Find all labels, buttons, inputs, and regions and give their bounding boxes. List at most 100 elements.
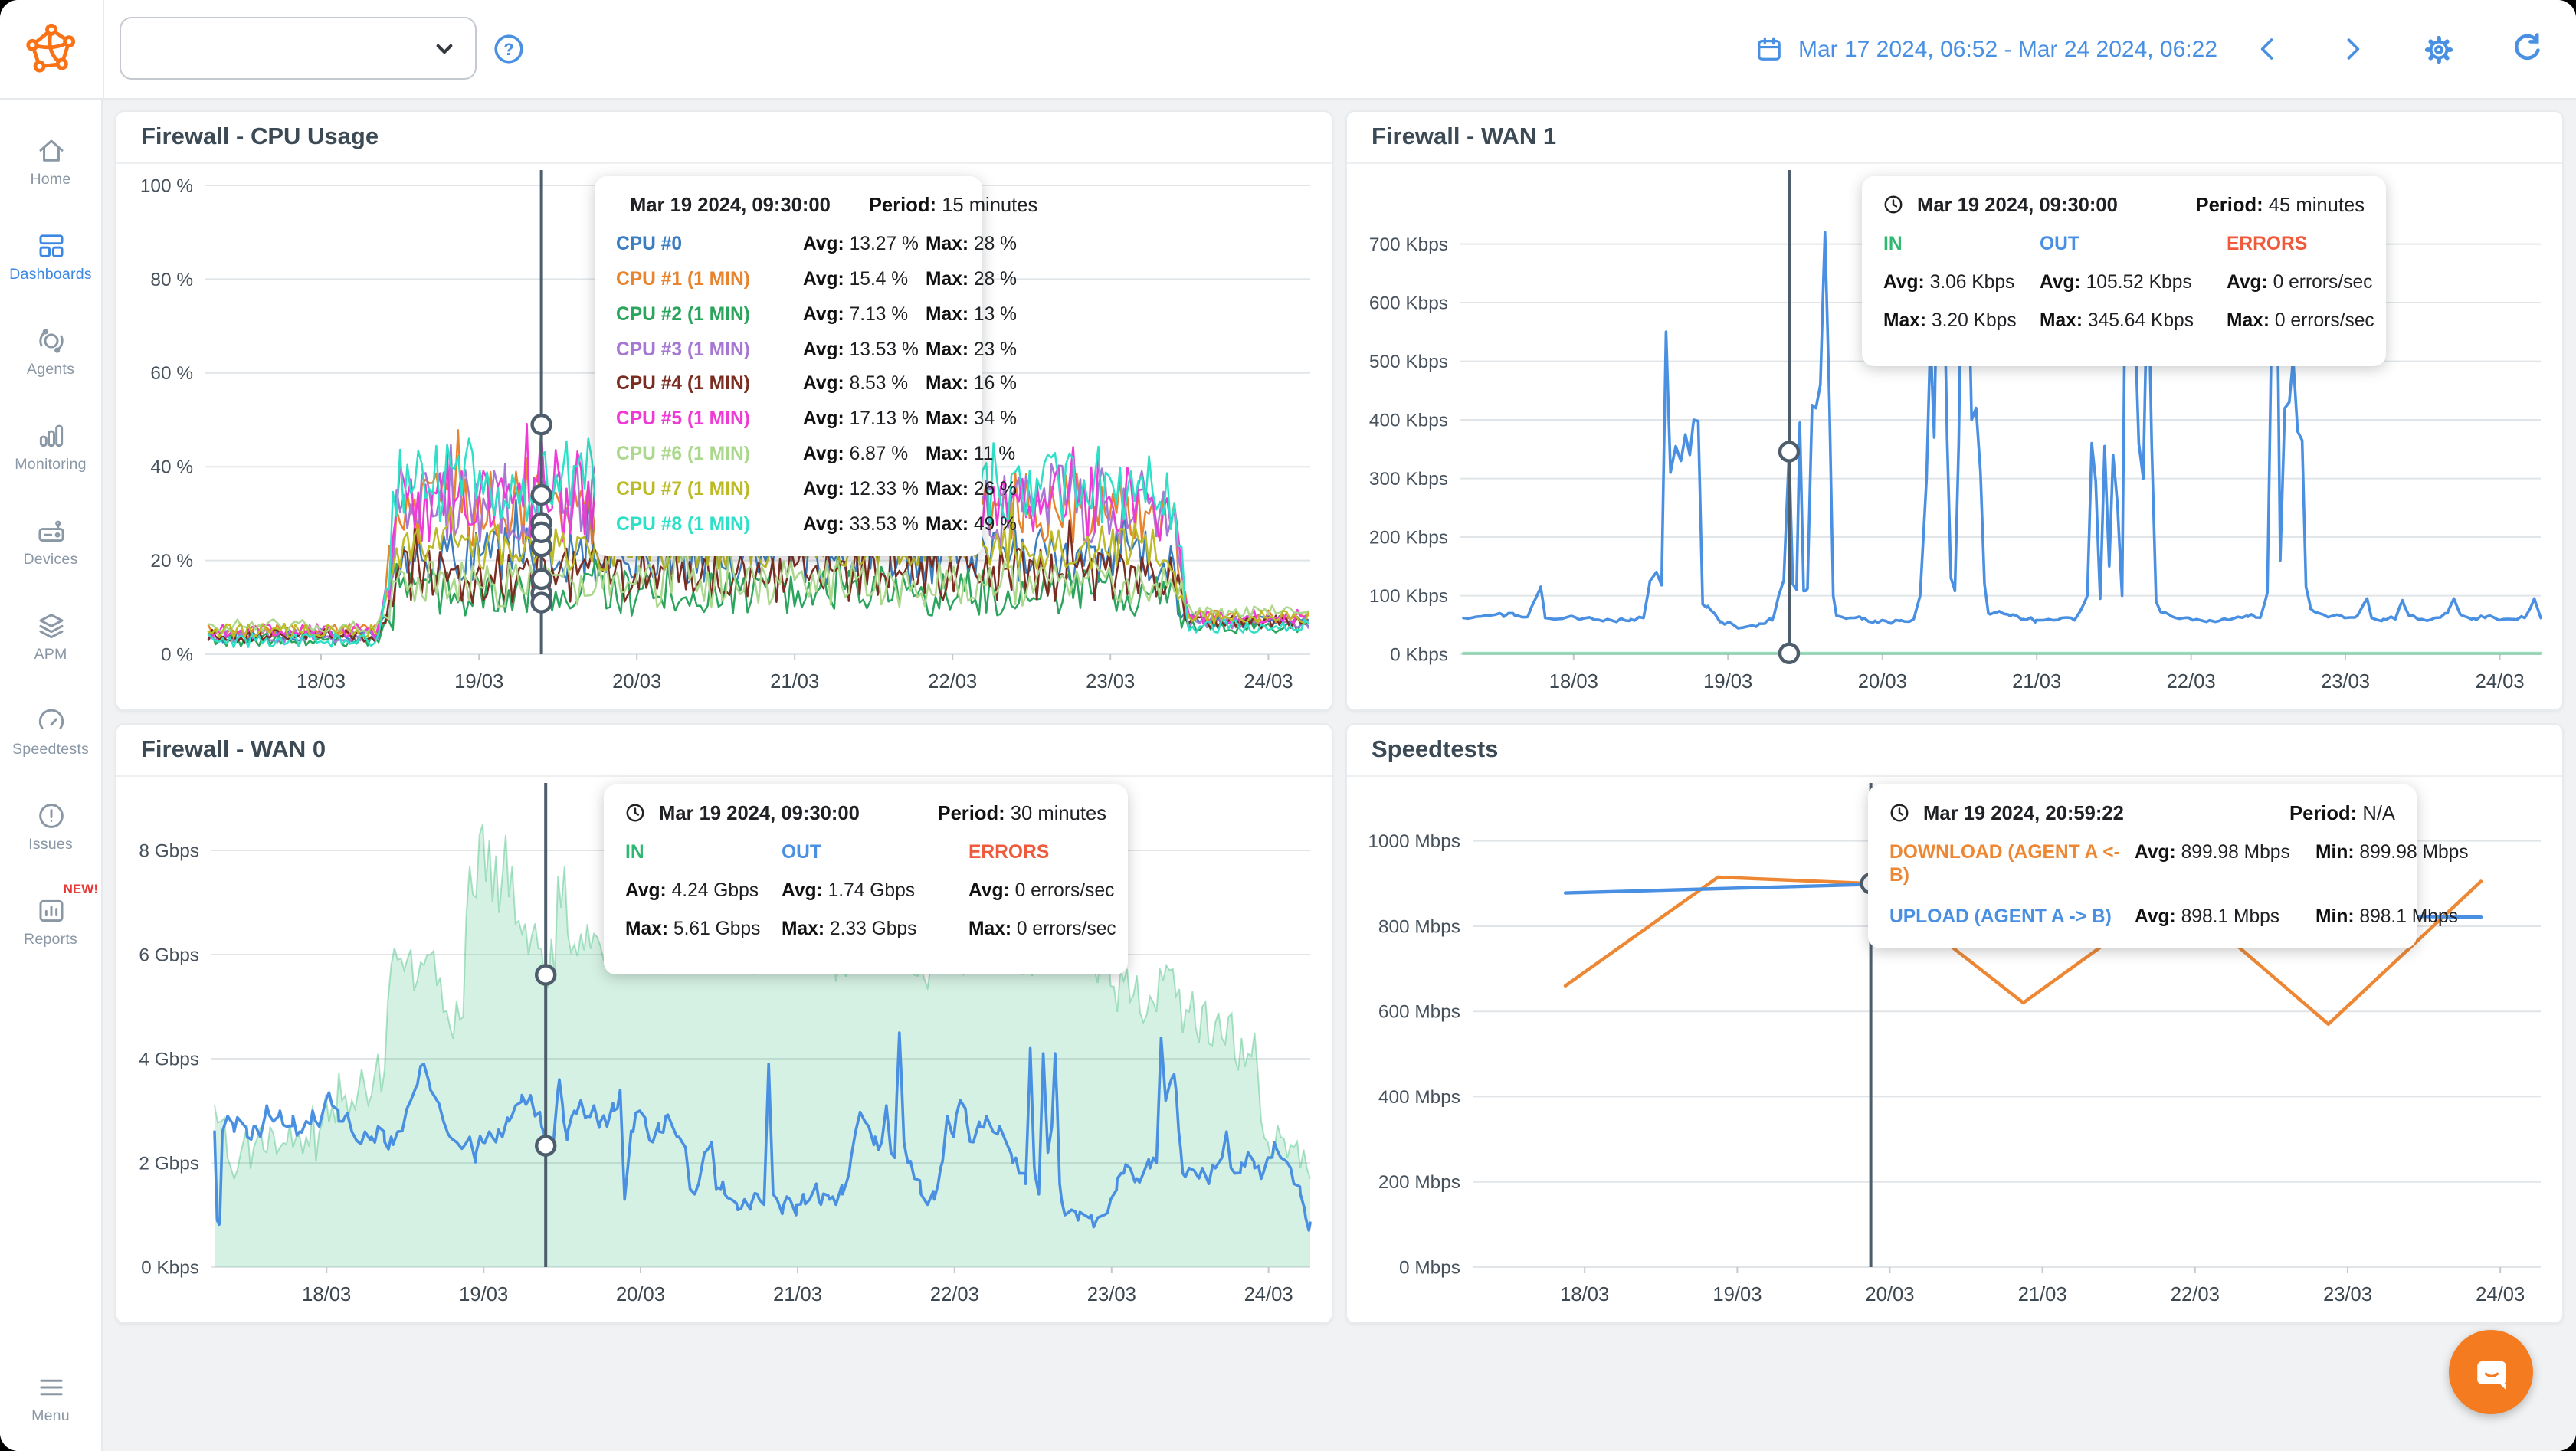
series-max: Max: 2.33 Gbps [782,917,917,939]
topbar: ? Mar 17 2024, 06:52 - Mar 24 2024, 06:2… [0,0,2576,100]
settings-button[interactable] [2420,30,2458,68]
tooltip-time: Mar 19 2024, 09:30:00 [659,801,860,824]
tooltip-header: Mar 19 2024, 20:59:22 Period: N/A [1889,801,2395,826]
series-max: Max: 28 % [926,232,1017,254]
prev-period-button[interactable] [2251,32,2285,66]
series-avg: Avg: 3.06 Kbps [1883,271,2015,293]
app-window: ? Mar 17 2024, 06:52 - Mar 24 2024, 06:2… [0,0,2576,1451]
x-tick-label: 20/03 [616,1284,665,1305]
sidebar-item-label: Issues [28,836,73,853]
y-tick-label: 1000 Mbps [1368,831,1460,852]
x-tick-label: 21/03 [2018,1284,2067,1305]
help-button[interactable]: ? [492,32,526,66]
chat-button[interactable] [2449,1330,2533,1414]
panel-header: Speedtests [1347,725,2562,777]
sidebar-item-agents[interactable]: Agents [0,303,101,398]
x-tick-label: 19/03 [1712,1284,1762,1305]
sidebar-item-home[interactable]: Home [0,113,101,208]
series-label: ERRORS [2227,232,2308,254]
tooltip-period: Period: N/A [2289,801,2395,824]
sidebar-item-label: Agents [26,361,75,378]
series-avg: Avg: 0 errors/sec [2227,271,2373,293]
chart-firewall-wan-0[interactable]: 0 Kbps 2 Gbps 4 Gbps 6 Gbps 8 Gbps 18/03 19/03… [116,777,1332,1322]
x-tick-label: 18/03 [302,1284,351,1305]
chart-tooltip: Mar 19 2024, 20:59:22 Period: N/A DOWNLOAD… [1868,784,2469,949]
series-label: CPU #8 (1 MIN) [616,513,750,535]
panel-header: Firewall - WAN 0 [116,725,1332,777]
series-label: CPU #3 (1 MIN) [616,338,750,360]
panel-header: Firewall - CPU Usage [116,112,1332,164]
refresh-button[interactable] [2509,31,2545,67]
series-block: IN Avg: 4.24 Gbps Max: 5.61 Gbps [625,841,782,955]
series-label: OUT [2040,232,2079,254]
series-max: Max: 0 errors/sec [968,917,1116,939]
agents-icon [38,328,63,352]
sidebar-item-devices[interactable]: Devices [0,493,101,588]
app-logo[interactable] [0,0,104,98]
x-tick-label: 22/03 [928,671,977,693]
monitoring-icon [38,424,63,447]
sidebar-item-monitoring[interactable]: Monitoring [0,398,101,493]
dashboard-select[interactable] [120,17,477,80]
sidebar-item-label: Dashboards [9,266,92,283]
panel-header: Firewall - WAN 1 [1347,112,2562,164]
devices-icon [38,519,64,542]
chart-tooltip: Mar 19 2024, 09:30:00 Period: 30 minutes I… [604,784,1128,975]
y-tick-label: 600 Mbps [1378,1002,1460,1023]
series-label: CPU #5 (1 MIN) [616,408,750,430]
next-period-button[interactable] [2335,32,2369,66]
tooltip-time: Mar 19 2024, 09:30:00 [630,193,831,216]
series-avg: Avg: 8.53 % [803,372,909,395]
sidebar-item-label: APM [34,646,67,663]
series-label: OUT [782,840,821,863]
logo-network-icon [26,22,76,72]
chart-firewall-cpu-usage[interactable]: 0 % 20 % 40 % 60 % 80 % 100 % 18/03 19/03 20/03 2… [116,164,1332,709]
series-label: CPU #6 (1 MIN) [616,443,750,465]
sidebar-item-label: Reports [23,931,77,948]
series-block: ERRORS Avg: 0 errors/sec Max: 0 errors/sec [2227,233,2374,346]
y-tick-label: 100 Kbps [1369,586,1448,607]
y-tick-label: 6 Gbps [139,945,199,965]
series-label: DOWNLOAD (AGENT A <- B) [1889,840,2120,886]
y-tick-label: 600 Kbps [1369,293,1448,313]
chevron-down-icon [436,43,453,54]
y-tick-label: 8 Gbps [139,840,199,861]
tooltip-header: Mar 19 2024, 09:30:00 Period: 45 minutes [1883,193,2365,218]
x-tick-label: 22/03 [2167,671,2216,693]
sidebar-item-issues[interactable]: Issues [0,778,101,873]
panel-title: Speedtests [1372,736,1499,762]
sidebar-item-speedtests[interactable]: Speedtests [0,683,101,778]
series-label: UPLOAD (AGENT A -> B) [1889,905,2112,927]
sidebar-item-apm[interactable]: APM [0,588,101,683]
sidebar-item-reports[interactable]: Reports NEW! [0,873,101,968]
chart-speedtests[interactable]: 0 Mbps 200 Mbps 400 Mbps 600 Mbps 800 Mbps 10… [1347,777,2562,1322]
y-tick-label: 400 Kbps [1369,410,1448,431]
x-tick-label: 23/03 [2321,671,2370,693]
series-max: Max: 5.61 Gbps [625,917,761,939]
tooltip-period: Period: 30 minutes [937,801,1107,824]
help-circle-icon: ? [494,34,523,64]
chart-firewall-wan-1[interactable]: 0 Kbps 100 Kbps 200 Kbps 300 Kbps 400 Kbps 50… [1347,164,2562,709]
gear-icon [2424,34,2453,64]
x-tick-label: 19/03 [1703,671,1752,693]
clock-icon [1884,196,1903,215]
apm-icon [38,613,63,638]
y-tick-label: 400 Mbps [1378,1087,1460,1108]
y-tick-label: 4 Gbps [139,1049,199,1069]
series-avg: Avg: 6.87 % [803,443,909,465]
tooltip-series-list: CPU #0 Avg: 13.27 % Max: 28 % CPU #1 (1 MIN… [616,232,1017,536]
series-avg: Avg: 1.74 Gbps [782,879,916,902]
sidebar-item-menu[interactable]: Menu [0,1350,101,1445]
y-tick-label: 200 Kbps [1369,527,1448,548]
chart-tooltip: Mar 19 2024, 09:30:00 Period: 45 minutes I… [1862,176,2386,367]
panel-speedtests: Speedtests 0 Mbps 200 Mbps 400 Mbps 600 Mbp… [1345,723,2564,1324]
y-tick-label: 80 % [150,270,193,290]
date-range[interactable]: Mar 17 2024, 06:52 - Mar 24 2024, 06:22 [1798,36,2217,62]
new-badge: NEW! [63,881,98,896]
tooltip-series-list: IN Avg: 3.06 Kbps Max: 3.20 Kbps OUT Avg: 10… [1883,232,2374,346]
sidebar-item-dashboards[interactable]: Dashboards [0,208,101,303]
x-tick-label: 21/03 [770,671,819,693]
chevron-right-icon [2347,38,2360,60]
series-avg: Avg: 13.53 % [803,338,919,360]
series-avg: Avg: 13.27 % [803,232,919,254]
